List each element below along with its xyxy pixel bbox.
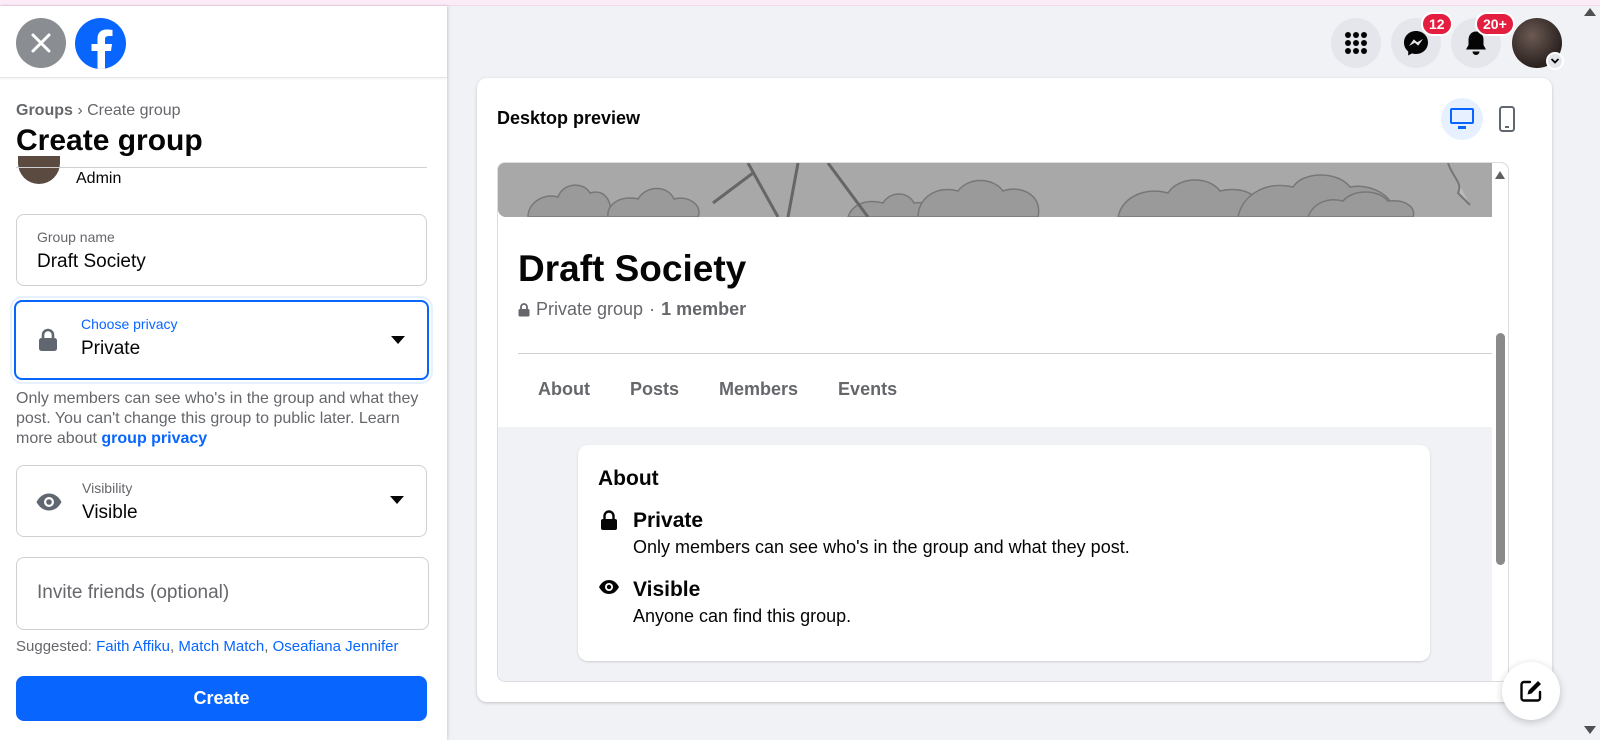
suggested-friends: Suggested: Faith Affiku, Match Match, Os…	[16, 638, 399, 655]
tab-about[interactable]: About	[518, 379, 610, 400]
desktop-preview-card: Desktop preview Draft Society Private gr…	[477, 78, 1552, 702]
about-visibility-title: Visible	[633, 578, 701, 601]
create-button[interactable]: Create	[16, 676, 427, 721]
notifications-button[interactable]: 20+	[1451, 12, 1515, 68]
privacy-select[interactable]: Choose privacy Private	[14, 300, 429, 380]
eye-icon	[35, 488, 63, 516]
chevron-down-icon	[1546, 52, 1564, 70]
new-message-button[interactable]	[1502, 662, 1560, 720]
about-title: About	[598, 467, 659, 490]
member-count[interactable]: 1 member	[661, 299, 746, 320]
scrollbar-thumb[interactable]	[1496, 333, 1505, 565]
group-preview: Draft Society Private group · 1 member A…	[497, 162, 1509, 682]
privacy-value: Private	[81, 338, 141, 359]
privacy-help-text: Only members can see who's in the group …	[16, 389, 431, 449]
lock-icon	[34, 326, 62, 354]
lock-icon	[518, 302, 530, 316]
menu-button[interactable]	[1331, 18, 1381, 68]
invite-placeholder: Invite friends (optional)	[37, 582, 230, 603]
close-icon	[31, 33, 51, 53]
group-cover-photo	[498, 163, 1508, 217]
suggested-friend-link[interactable]: Oseafiana Jennifer	[273, 638, 399, 655]
visibility-label: Visibility	[82, 480, 133, 496]
group-name-label: Group name	[37, 229, 115, 245]
messenger-badge: 12	[1421, 12, 1453, 36]
title-divider	[16, 167, 427, 168]
page-scroll-up-arrow[interactable]	[1584, 8, 1596, 16]
visibility-select[interactable]: Visibility Visible	[16, 465, 427, 537]
breadcrumb-current: Create group	[87, 102, 181, 119]
grid-menu-icon	[1345, 32, 1367, 54]
page-scroll-down-arrow[interactable]	[1584, 726, 1596, 734]
preview-group-name: Draft Society	[518, 248, 747, 289]
breadcrumb: Groups › Create group	[16, 102, 181, 120]
scroll-up-arrow[interactable]	[1495, 171, 1505, 179]
chevron-down-icon	[390, 496, 404, 504]
tab-events[interactable]: Events	[818, 379, 917, 400]
desktop-preview-button[interactable]	[1441, 98, 1483, 140]
group-meta: Private group · 1 member	[518, 299, 746, 320]
meta-divider	[518, 353, 1492, 354]
group-tabs: About Posts Members Events	[518, 379, 917, 400]
desktop-icon	[1450, 108, 1474, 129]
close-button[interactable]	[16, 18, 66, 68]
facebook-logo[interactable]	[75, 18, 126, 69]
meta-separator: ·	[649, 299, 656, 319]
facebook-f-icon	[91, 29, 112, 69]
breadcrumb-separator: ›	[77, 102, 83, 119]
suggested-label: Suggested:	[16, 638, 92, 655]
preview-scrollbar[interactable]	[1492, 163, 1508, 681]
privacy-label: Choose privacy	[81, 316, 178, 332]
compose-icon	[1520, 680, 1542, 702]
eye-icon	[598, 576, 620, 598]
tab-posts[interactable]: Posts	[610, 379, 699, 400]
mobile-preview-button[interactable]	[1486, 98, 1528, 140]
preview-title: Desktop preview	[497, 108, 641, 128]
visibility-value: Visible	[82, 502, 138, 523]
admin-role-label: Admin	[76, 170, 122, 187]
profile-avatar[interactable]	[1512, 18, 1564, 70]
about-card: About Private Only members can see who's…	[578, 445, 1430, 661]
breadcrumb-groups-link[interactable]: Groups	[16, 102, 73, 119]
group-name-field[interactable]: Group name Draft Society	[16, 214, 427, 286]
preview-body: About Private Only members can see who's…	[498, 427, 1508, 681]
about-privacy-title: Private	[633, 509, 704, 532]
admin-avatar	[18, 156, 60, 184]
mobile-phone-icon	[1499, 106, 1515, 132]
suggested-friend-link[interactable]: Faith Affiku	[96, 638, 170, 655]
panel-header	[0, 6, 447, 78]
about-visibility-desc: Anyone can find this group.	[633, 606, 852, 626]
page-title: Create group	[16, 124, 203, 157]
group-privacy-text: Private group	[536, 299, 644, 319]
group-privacy-link[interactable]: group privacy	[101, 430, 207, 447]
chevron-down-icon	[391, 336, 405, 344]
group-name-value[interactable]: Draft Society	[37, 251, 146, 273]
suggested-friend-link[interactable]: Match Match	[178, 638, 264, 655]
create-group-panel: Groups › Create group Create group Admin…	[0, 6, 447, 740]
lock-icon	[598, 509, 620, 531]
tab-members[interactable]: Members	[699, 379, 818, 400]
notifications-badge: 20+	[1475, 12, 1515, 36]
privacy-help-body: Only members can see who's in the group …	[16, 390, 419, 447]
messenger-button[interactable]: 12	[1391, 12, 1453, 68]
invite-friends-input[interactable]: Invite friends (optional)	[16, 557, 429, 630]
about-privacy-desc: Only members can see who's in the group …	[633, 537, 1130, 557]
